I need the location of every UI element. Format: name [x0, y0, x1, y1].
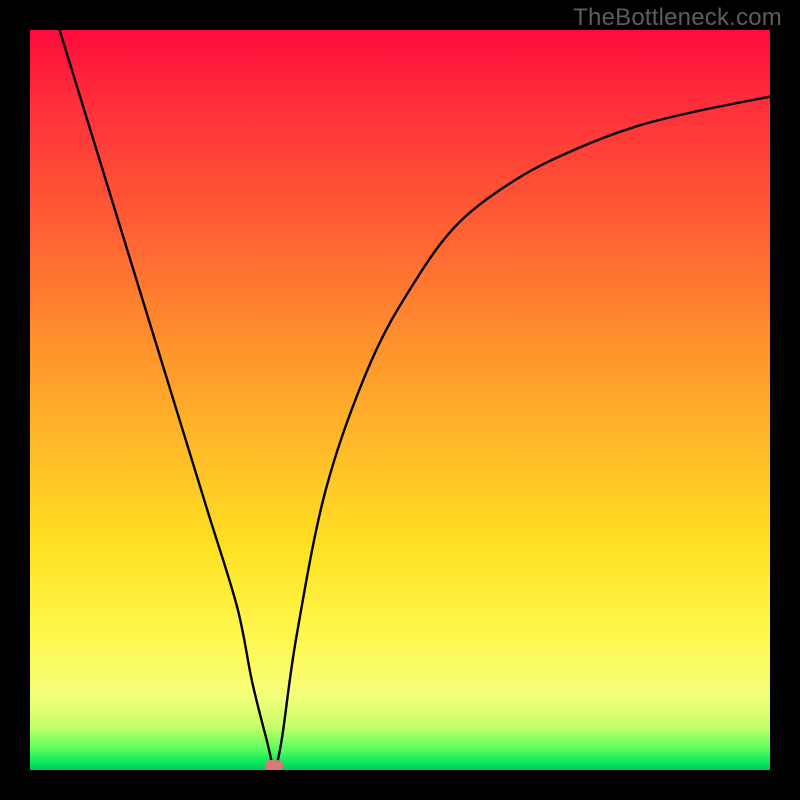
watermark-text: TheBottleneck.com: [573, 4, 782, 32]
bottleneck-curve: [60, 30, 770, 766]
curve-svg: [30, 30, 770, 770]
plot-area: [30, 30, 770, 770]
optimal-point-marker: [265, 760, 283, 770]
chart-container: TheBottleneck.com: [0, 0, 800, 800]
